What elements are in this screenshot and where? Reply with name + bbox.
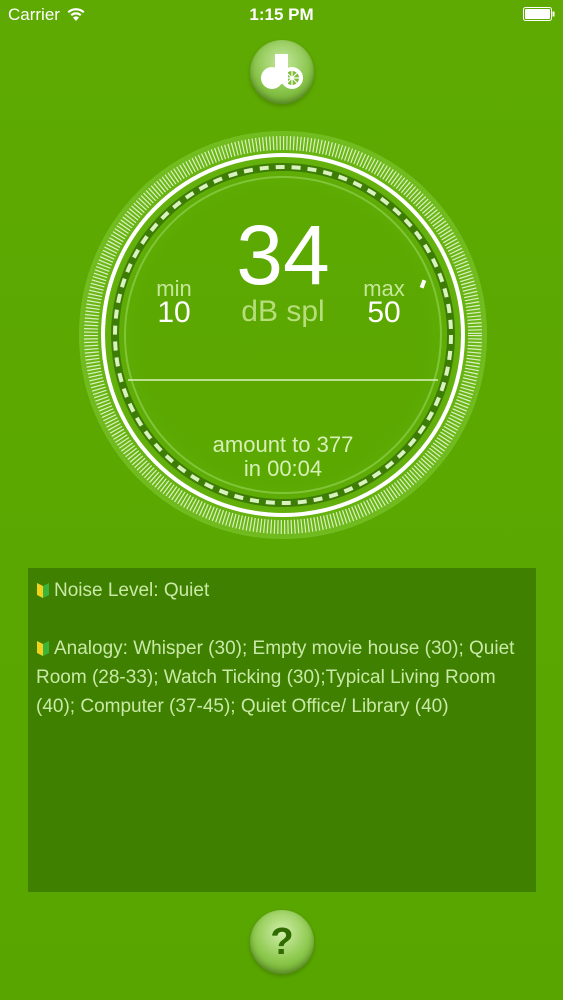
amount-time-text: in 00:04 bbox=[243, 456, 323, 481]
amount-text: amount to 377 bbox=[212, 432, 354, 457]
max-value: 50 bbox=[367, 296, 401, 329]
app-screen: Carrier 1:15 PM 34 min 10 dB spl max 50 … bbox=[0, 0, 563, 1000]
unit-label: dB spl bbox=[241, 295, 325, 328]
status-bar: Carrier 1:15 PM bbox=[0, 0, 563, 30]
help-button[interactable]: ? bbox=[250, 910, 314, 974]
app-logo-button[interactable] bbox=[250, 40, 314, 104]
clock-time: 1:15 PM bbox=[249, 5, 314, 24]
beginner-leaf-icon bbox=[37, 641, 49, 656]
question-mark-icon: ? bbox=[270, 921, 294, 963]
noise-level-row: Noise Level: Quiet bbox=[36, 576, 528, 605]
analogy-text: Analogy: Whisper (30); Empty movie house… bbox=[36, 638, 515, 717]
battery-icon bbox=[523, 7, 555, 21]
beginner-leaf-icon bbox=[37, 583, 49, 598]
noise-level-text: Noise Level: Quiet bbox=[54, 580, 210, 601]
noise-info-panel: Noise Level: Quiet Analogy: Whisper (30)… bbox=[28, 568, 536, 892]
db-logo-icon bbox=[261, 54, 303, 89]
analogy-row: Analogy: Whisper (30); Empty movie house… bbox=[36, 634, 528, 721]
sound-meter-dial: 34 min 10 dB spl max 50 amount to 377 in… bbox=[78, 130, 488, 540]
